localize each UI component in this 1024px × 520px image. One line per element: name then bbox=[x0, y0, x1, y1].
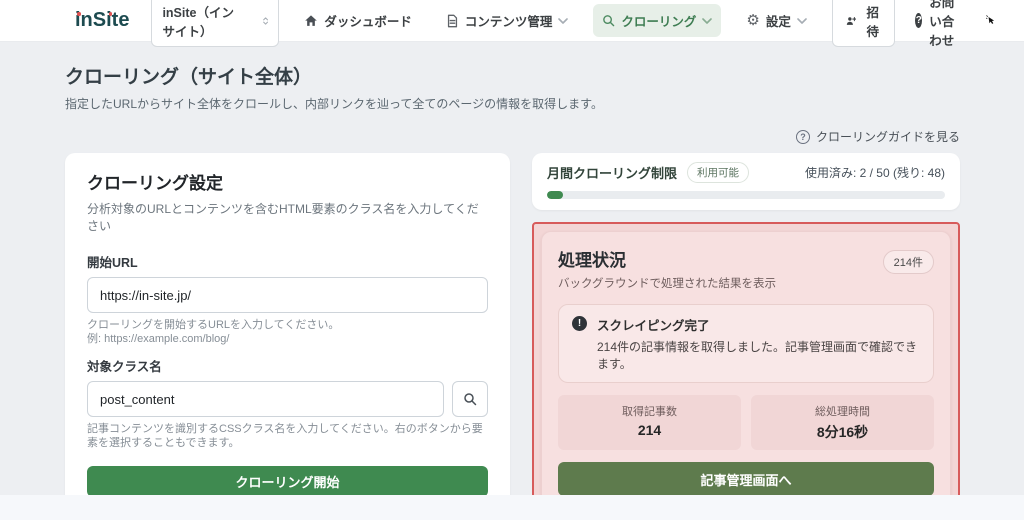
alert-message: 214件の記事情報を取得しました。記事管理画面で確認できます。 bbox=[597, 338, 920, 372]
nav-right-group: 招待 ? お問い合わせ bbox=[832, 0, 996, 49]
target-class-help: 記事コンテンツを識別するCSSクラス名を入力してください。右のボタンから要素を選… bbox=[87, 422, 488, 450]
question-icon: ? bbox=[915, 13, 922, 28]
nav-item-label: クローリング bbox=[621, 11, 696, 30]
nav-item-settings[interactable]: ⚙ 設定 bbox=[737, 4, 815, 37]
logo-dot-accent bbox=[109, 12, 113, 16]
start-url-help: クローリングを開始するURLを入力してください。 例: https://exam… bbox=[87, 318, 488, 346]
processing-status-header: 処理状況 バックグラウンドで処理された結果を表示 214件 bbox=[558, 246, 934, 291]
go-to-article-management-button[interactable]: 記事管理画面へ bbox=[558, 462, 934, 496]
nav-item-label: ダッシュボード bbox=[324, 11, 412, 30]
crawl-settings-description: 分析対象のURLとコンテンツを含むHTML要素のクラス名を入力してください bbox=[87, 200, 488, 234]
nav-item-label: コンテンツ管理 bbox=[465, 11, 553, 30]
usage-text: 使用済み: 2 / 50 (残り: 48) bbox=[805, 164, 945, 181]
stat-label: 総処理時間 bbox=[757, 403, 928, 419]
invite-button[interactable]: 招待 bbox=[832, 0, 896, 47]
app-logo-text: inSite bbox=[75, 9, 129, 31]
workspace-select-value: inSite（インサイト） bbox=[162, 2, 241, 40]
crawling-guide-link-label: クローリングガイドを見る bbox=[816, 128, 960, 145]
start-url-label: 開始URL bbox=[87, 252, 488, 271]
monthly-limit-card: 月間クローリング制限 利用可能 使用済み: 2 / 50 (残り: 48) bbox=[532, 153, 960, 210]
chevron-down-icon bbox=[797, 18, 807, 24]
content-columns: クローリング設定 分析対象のURLとコンテンツを含むHTML要素のクラス名を入力… bbox=[65, 153, 960, 516]
start-url-input[interactable] bbox=[87, 277, 488, 313]
select-updown-icon bbox=[263, 15, 268, 27]
usage-progress-fill bbox=[547, 191, 563, 199]
stat-value: 214 bbox=[564, 422, 735, 438]
chevron-down-icon bbox=[558, 18, 568, 24]
home-icon bbox=[304, 14, 318, 28]
footer-strip bbox=[0, 495, 1024, 520]
top-navigation: inSite inSite（インサイト） ダッシュボード コンテンツ管理 bbox=[0, 0, 1024, 42]
document-icon bbox=[446, 14, 459, 28]
info-icon: ! bbox=[572, 316, 587, 331]
element-highlight-overlay: 処理状況 バックグラウンドで処理された結果を表示 214件 ! スクレイピング完… bbox=[532, 222, 960, 520]
page-subtitle: 指定したURLからサイト全体をクロールし、内部リンクを辿って全てのページの情報を… bbox=[65, 95, 960, 112]
add-user-icon bbox=[846, 14, 856, 28]
page-title: クローリング（サイト全体） bbox=[65, 62, 960, 89]
start-url-help-line2: 例: https://example.com/blog/ bbox=[87, 332, 488, 346]
nav-item-content-management[interactable]: コンテンツ管理 bbox=[437, 4, 578, 37]
stat-value: 8分16秒 bbox=[757, 422, 928, 442]
stat-total-time: 総処理時間 8分16秒 bbox=[751, 395, 934, 450]
target-class-label: 対象クラス名 bbox=[87, 356, 488, 375]
processing-status-card: 処理状況 バックグラウンドで処理された結果を表示 214件 ! スクレイピング完… bbox=[541, 231, 951, 511]
processing-status-titles: 処理状況 バックグラウンドで処理された結果を表示 bbox=[558, 246, 776, 291]
contact-link-label: お問い合わせ bbox=[929, 0, 964, 49]
app-logo[interactable]: inSite bbox=[75, 9, 129, 32]
monthly-limit-row: 月間クローリング制限 利用可能 使用済み: 2 / 50 (残り: 48) bbox=[547, 162, 945, 183]
processing-status-subtitle: バックグラウンドで処理された結果を表示 bbox=[558, 275, 776, 291]
usage-progress-track bbox=[547, 191, 945, 199]
result-count-badge: 214件 bbox=[883, 250, 934, 274]
nav-item-label: 設定 bbox=[766, 11, 791, 30]
invite-button-label: 招待 bbox=[864, 2, 881, 40]
crawling-guide-link[interactable]: ? クローリングガイドを見る bbox=[65, 128, 960, 145]
search-icon bbox=[602, 14, 615, 27]
availability-badge: 利用可能 bbox=[687, 162, 749, 183]
scraping-complete-alert: ! スクレイピング完了 214件の記事情報を取得しました。記事管理画面で確認でき… bbox=[558, 304, 934, 383]
main-content: クローリング（サイト全体） 指定したURLからサイト全体をクロールし、内部リンク… bbox=[0, 42, 1024, 516]
target-class-row bbox=[87, 381, 488, 417]
stats-row: 取得記事数 214 総処理時間 8分16秒 bbox=[558, 395, 934, 450]
element-picker-button[interactable] bbox=[452, 381, 488, 417]
contact-link[interactable]: ? お問い合わせ bbox=[915, 0, 964, 49]
alert-texts: スクレイピング完了 214件の記事情報を取得しました。記事管理画面で確認できます… bbox=[597, 315, 920, 372]
crawl-settings-card: クローリング設定 分析対象のURLとコンテンツを含むHTML要素のクラス名を入力… bbox=[65, 153, 510, 516]
gear-icon: ⚙ bbox=[746, 13, 759, 28]
stat-articles: 取得記事数 214 bbox=[558, 395, 741, 450]
search-icon bbox=[463, 392, 477, 406]
processing-status-title: 処理状況 bbox=[558, 246, 776, 271]
mouse-cursor-icon bbox=[986, 10, 996, 32]
logo-dot-accent bbox=[77, 12, 81, 16]
start-url-help-line1: クローリングを開始するURLを入力してください。 bbox=[87, 318, 488, 332]
stat-label: 取得記事数 bbox=[564, 403, 735, 419]
crawl-settings-title: クローリング設定 bbox=[87, 169, 488, 194]
workspace-select[interactable]: inSite（インサイト） bbox=[151, 0, 279, 47]
chevron-down-icon bbox=[702, 18, 712, 24]
monthly-limit-title: 月間クローリング制限 bbox=[547, 163, 677, 182]
nav-item-dashboard[interactable]: ダッシュボード bbox=[295, 4, 421, 37]
start-crawling-button[interactable]: クローリング開始 bbox=[87, 466, 488, 497]
alert-title: スクレイピング完了 bbox=[597, 315, 920, 334]
nav-item-crawling[interactable]: クローリング bbox=[593, 4, 721, 37]
target-class-input[interactable] bbox=[87, 381, 444, 417]
right-column: 月間クローリング制限 利用可能 使用済み: 2 / 50 (残り: 48) 処理… bbox=[532, 153, 960, 516]
help-circle-icon: ? bbox=[796, 130, 810, 144]
